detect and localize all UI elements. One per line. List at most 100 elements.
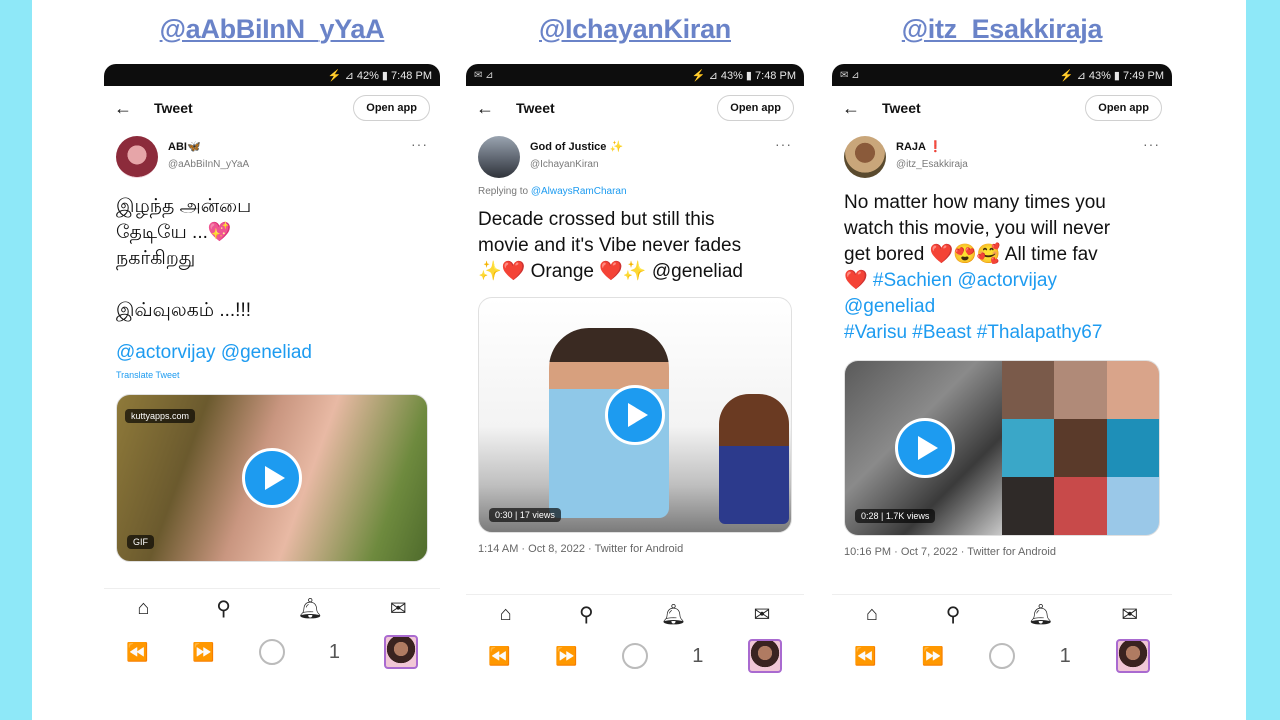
more-options-icon[interactable]: ··· <box>1143 136 1160 152</box>
gif-badge: GIF <box>127 535 154 549</box>
column-handle-title: @aAbBiInN_yYaA <box>159 14 385 44</box>
status-bar: ✉ ⊿ ⚡ ⊿ 43% ▮ 7:49 PM <box>832 64 1172 86</box>
search-icon[interactable]: ⚲ <box>579 602 594 627</box>
status-bar: ✉ ⊿ ⚡ ⊿ 43% ▮ 7:48 PM <box>466 64 804 86</box>
translate-tweet-link[interactable]: Translate Tweet <box>104 370 440 380</box>
bottom-nav: ⌂ ⚲ 🔔︎ ✉ <box>104 588 440 628</box>
notifications-icon[interactable]: 🔔︎ <box>298 596 323 621</box>
bottom-nav: ⌂ ⚲ 🔔︎ ✉ <box>832 594 1172 634</box>
back-arrow-icon[interactable]: ← <box>114 98 132 119</box>
tweet-text: Decade crossed but still this movie and … <box>466 203 804 289</box>
play-button[interactable] <box>242 448 302 508</box>
back-arrow-icon[interactable]: ← <box>476 98 494 119</box>
rewind-icon[interactable]: ⏪ <box>126 642 148 663</box>
home-icon[interactable]: ⌂ <box>137 597 149 620</box>
tweet-header: ← Tweet Open app <box>466 86 804 130</box>
avatar[interactable] <box>478 136 520 178</box>
column-2: @IchayanKiran ✉ ⊿ ⚡ ⊿ 43% ▮ 7:48 PM ← Tw… <box>466 0 804 720</box>
avatar[interactable] <box>116 136 158 178</box>
mention-links[interactable]: @actorvijay @geneliad <box>116 340 428 366</box>
author-handle[interactable]: @IchayanKiran <box>530 159 623 170</box>
column-handle-title: @IchayanKiran <box>539 14 731 44</box>
tweet-line: நகர்கிறது <box>116 248 196 269</box>
more-options-icon[interactable]: ··· <box>775 136 792 152</box>
video-media[interactable]: 0:30 | 17 views <box>478 297 792 533</box>
open-app-button[interactable]: Open app <box>353 95 430 121</box>
reply-handle-link[interactable]: @AlwaysRamCharan <box>531 186 627 197</box>
author-row: RAJA ❗ @itz_Esakkiraja ··· <box>832 130 1172 184</box>
counter: 1 <box>692 644 704 667</box>
notifications-icon[interactable]: 🔔︎ <box>1028 602 1053 627</box>
tweet-text: இழந்த அன்பை தேடியே ...💖 நகர்கிறது இவ்வுல… <box>104 190 440 370</box>
fast-forward-icon[interactable]: ⏩ <box>555 646 577 667</box>
views-badge: 0:28 | 1.7K views <box>855 509 936 523</box>
avatar[interactable] <box>844 136 886 178</box>
replying-to: Replying to @AlwaysRamCharan <box>478 186 627 197</box>
video-media[interactable]: kuttyapps.com GIF <box>116 394 428 562</box>
home-icon[interactable]: ⌂ <box>500 603 512 626</box>
rewind-icon[interactable]: ⏪ <box>488 646 510 667</box>
tweet-timestamp: 10:16 PM · Oct 7, 2022 · Twitter for And… <box>844 546 1056 558</box>
more-options-icon[interactable]: ··· <box>411 136 428 152</box>
author-handle[interactable]: @aAbBiInN_yYaA <box>168 159 249 170</box>
tweet-header: ← Tweet Open app <box>832 86 1172 130</box>
media-controls: ⏪ ⏩ 1 <box>104 632 440 672</box>
tweet-line: ✨❤️ Orange ❤️✨ @geneliad <box>478 261 743 282</box>
status-indicators: ⚡ ⊿ 43% ▮ 7:49 PM <box>1059 69 1164 82</box>
author-name[interactable]: God of Justice ✨ <box>530 140 623 153</box>
tweet-line: இழந்த அன்பை <box>116 196 252 217</box>
thumbnail-avatar[interactable] <box>747 639 782 673</box>
status-indicators: ⚡ ⊿ 42% ▮ 7:48 PM <box>327 69 432 82</box>
counter: 1 <box>328 640 340 663</box>
tweet-line <box>116 272 428 298</box>
back-arrow-icon[interactable]: ← <box>842 98 860 119</box>
column-3: @itz_Esakkiraja ✉ ⊿ ⚡ ⊿ 43% ▮ 7:49 PM ← … <box>832 0 1172 720</box>
watermark-badge: kuttyapps.com <box>125 409 196 423</box>
video-collage-grid <box>1002 361 1159 535</box>
phone-screenshot: ✉ ⊿ ⚡ ⊿ 43% ▮ 7:49 PM ← Tweet Open app R… <box>832 64 1172 568</box>
author-handle[interactable]: @itz_Esakkiraja <box>896 159 968 170</box>
header-title: Tweet <box>882 100 921 116</box>
views-badge: 0:30 | 17 views <box>489 508 561 522</box>
tweet-line: இவ்வுலகம் ...!!! <box>116 300 252 321</box>
hashtag-line[interactable]: #Varisu #Beast #Thalapathy67 <box>844 320 1160 346</box>
play-button[interactable] <box>895 418 955 478</box>
hashtag-line[interactable]: ❤️ #Sachien @actorvijay <box>844 268 1160 294</box>
home-icon[interactable]: ⌂ <box>866 603 878 626</box>
author-name[interactable]: ABI🦋 <box>168 140 249 153</box>
video-figure-woman <box>719 394 789 524</box>
search-icon[interactable]: ⚲ <box>216 596 231 621</box>
author-row: God of Justice ✨ @IchayanKiran ··· <box>466 130 804 184</box>
tweet-line: தேடியே ...💖 <box>116 222 232 243</box>
tweet-line <box>116 324 428 340</box>
tweet-line: watch this movie, you will never <box>844 218 1111 239</box>
fast-forward-icon[interactable]: ⏩ <box>192 642 214 663</box>
tweet-line: No matter how many times you <box>844 192 1106 213</box>
loading-ring-icon <box>621 643 648 669</box>
counter: 1 <box>1059 644 1071 667</box>
video-media[interactable]: 0:28 | 1.7K views <box>844 360 1160 536</box>
rewind-icon[interactable]: ⏪ <box>854 646 876 667</box>
collage-canvas: @aAbBiInN_yYaA ⚡ ⊿ 42% ▮ 7:48 PM ← Tweet… <box>32 0 1246 720</box>
status-indicators: ⚡ ⊿ 43% ▮ 7:48 PM <box>691 69 796 82</box>
phone-screenshot: ✉ ⊿ ⚡ ⊿ 43% ▮ 7:48 PM ← Tweet Open app G… <box>466 64 804 565</box>
thumbnail-avatar[interactable] <box>1115 639 1150 673</box>
header-title: Tweet <box>154 100 193 116</box>
search-icon[interactable]: ⚲ <box>946 602 961 627</box>
column-1: @aAbBiInN_yYaA ⚡ ⊿ 42% ▮ 7:48 PM ← Tweet… <box>104 0 440 720</box>
open-app-button[interactable]: Open app <box>1085 95 1162 121</box>
thumbnail-avatar[interactable] <box>383 635 418 669</box>
mention-link[interactable]: @geneliad <box>844 294 1160 320</box>
header-title: Tweet <box>516 100 555 116</box>
column-handle-title: @itz_Esakkiraja <box>901 14 1103 44</box>
tweet-timestamp: 1:14 AM · Oct 8, 2022 · Twitter for Andr… <box>478 543 684 555</box>
open-app-button[interactable]: Open app <box>717 95 794 121</box>
author-name[interactable]: RAJA ❗ <box>896 140 968 153</box>
play-button[interactable] <box>605 385 665 445</box>
messages-icon[interactable]: ✉ <box>1121 602 1138 627</box>
notifications-icon[interactable]: 🔔︎ <box>661 602 686 627</box>
tweet-text: No matter how many times you watch this … <box>832 186 1172 350</box>
messages-icon[interactable]: ✉ <box>754 602 771 627</box>
messages-icon[interactable]: ✉ <box>390 596 407 621</box>
fast-forward-icon[interactable]: ⏩ <box>922 646 944 667</box>
